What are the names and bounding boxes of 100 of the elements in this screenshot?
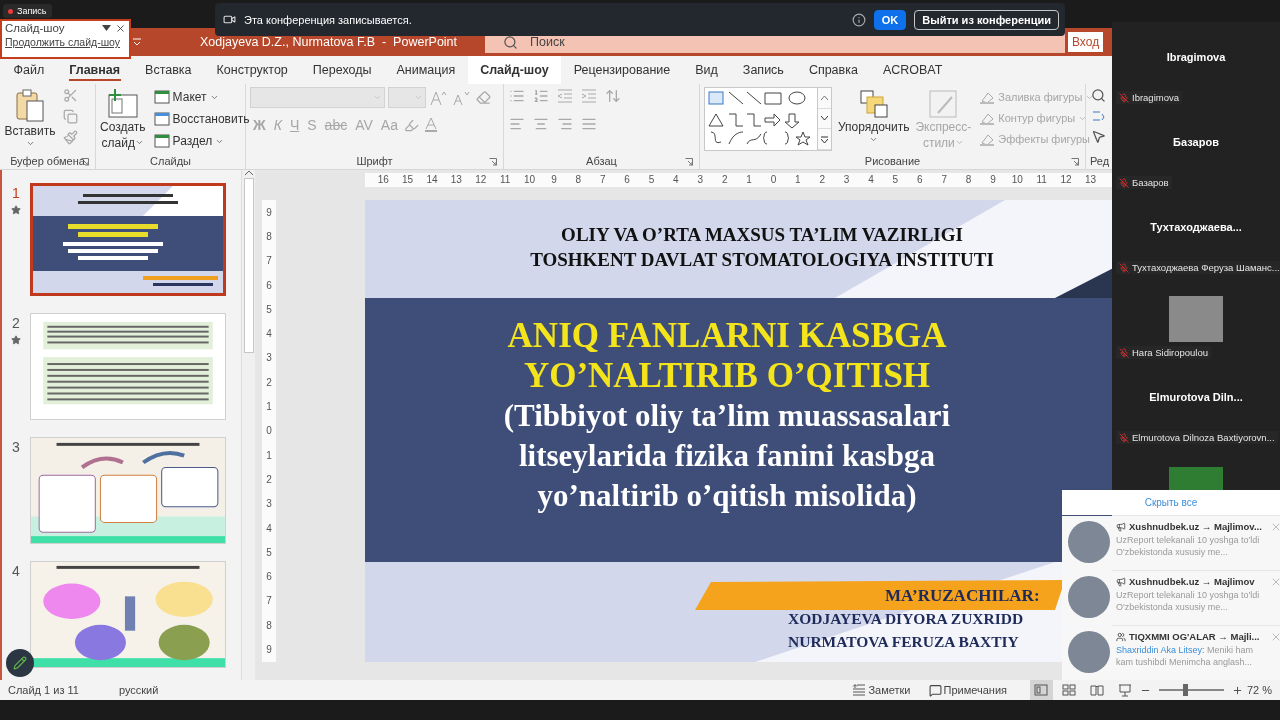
sign-in-button[interactable]: Вход <box>1068 32 1104 52</box>
slide-subtitle: yo’naltirib o’qitish misolida) <box>537 477 917 515</box>
view-icon <box>1034 684 1049 696</box>
gallery-down-button[interactable] <box>818 108 831 130</box>
search-icon[interactable] <box>1090 87 1108 104</box>
resume-slideshow-link[interactable]: Продолжить слайд-шоу <box>5 36 126 48</box>
select-icon[interactable] <box>1090 128 1108 145</box>
shapes-gallery[interactable] <box>704 87 832 151</box>
font-size-field[interactable] <box>388 87 426 108</box>
ruler-number: 13 <box>1083 173 1098 187</box>
banner-button[interactable]: Выйти из конференции <box>914 9 1059 30</box>
line-spacing-icon[interactable] <box>604 87 622 105</box>
view-button[interactable] <box>1029 680 1054 700</box>
ruler-number: 9 <box>265 643 273 657</box>
ruler-number: 9 <box>989 173 997 187</box>
notification-toast[interactable]: Xushnudbek.uz → Majlimov... UzReport telekanali 10 yoshga to'ldi O'zbekistonda xususiy me... <box>1062 516 1280 570</box>
ruler-number: 6 <box>265 570 273 585</box>
paste-button[interactable]: Вставить <box>4 87 56 150</box>
expand-icon <box>821 135 828 143</box>
ruler-number: 16 <box>376 173 390 187</box>
slide-thumbnail[interactable] <box>30 183 226 296</box>
zoom-slider-thumb[interactable] <box>1183 684 1189 696</box>
recording-dot-icon <box>8 8 13 14</box>
hide-all-button[interactable]: Скрыть все <box>1062 490 1280 515</box>
new-slide-button[interactable]: Создать слайд <box>100 87 146 153</box>
participant-label-text: Hara Sidiropoulou <box>1132 347 1209 358</box>
speaker-name: NURMATOVA FERUZA BAXTIY <box>788 632 1019 652</box>
notification-title: TIQXMMI OG'ALAR → Majli... <box>1129 631 1260 642</box>
participant-label-text: Ibragimova <box>1132 92 1179 103</box>
scrollbar-thumb[interactable] <box>243 178 254 353</box>
ruler-number: 10 <box>1010 173 1024 187</box>
ruler-number: 8 <box>265 229 273 244</box>
notification-toast[interactable]: Xushnudbek.uz → Majlimov UzReport telekanali 10 yoshga to'ldi O'zbekistonda xususiy me... <box>1062 571 1280 625</box>
slide-subtitle: (Tibbiyot oliy ta’lim muassasalari <box>503 397 951 435</box>
ruler-number: 4 <box>265 327 273 342</box>
shape-format-icon <box>979 111 996 125</box>
notification-title: Xushnudbek.uz → Majlimov <box>1129 576 1255 587</box>
info-icon[interactable] <box>851 12 866 27</box>
slide-title: YO’NALTIRIB O’QITISH <box>523 356 931 396</box>
dialog-launcher-icon[interactable] <box>489 158 497 166</box>
ruler-number: 9 <box>265 205 273 220</box>
ribbon-tab[interactable]: Переходы <box>300 56 384 84</box>
format-painter-icon[interactable] <box>62 129 79 146</box>
camera-icon <box>223 13 236 26</box>
ruler-number: 7 <box>265 594 273 609</box>
layout-icon <box>153 134 170 148</box>
arrange-button[interactable]: Упорядочить <box>838 87 910 146</box>
notes-button[interactable]: Заметки <box>848 680 915 700</box>
participant-name: Elmurotova Diln... <box>1148 389 1244 405</box>
participant-label-text: Тухтаходжаева Феруза Шаманс... <box>1132 262 1280 273</box>
ribbon-tab[interactable]: Рецензирование <box>561 56 683 84</box>
ribbon-tab[interactable]: Главная <box>56 56 133 84</box>
increase-indent-icon[interactable] <box>580 87 598 105</box>
comments-button[interactable]: Примечания <box>924 680 1011 700</box>
ribbon-tab[interactable]: Справка <box>796 56 871 84</box>
notification-toast[interactable]: TIQXMMI OG'ALAR → Majli... Shaxriddin Aka Litsey: Meniki ham kam tushibdi Menimcha anglash... <box>1062 626 1280 680</box>
ruler-number: 4 <box>265 521 273 536</box>
ribbon-tab[interactable]: Слайд-шоу <box>467 56 562 84</box>
ruler-number: 7 <box>265 254 273 269</box>
slide-command[interactable]: Макет <box>151 87 252 107</box>
ruler-number: 4 <box>867 173 875 187</box>
close-icon[interactable] <box>115 22 126 34</box>
cut-icon[interactable] <box>62 87 79 104</box>
ribbon-tab[interactable]: Конструктор <box>204 56 301 84</box>
quick-styles-icon <box>928 89 959 119</box>
ribbon-tab[interactable]: Вид <box>682 56 731 84</box>
photo-placeholder <box>1169 296 1223 342</box>
decrease-indent-icon[interactable] <box>556 87 574 105</box>
ribbon-tab[interactable]: ACROBAT <box>870 56 955 84</box>
dropdown-icon[interactable] <box>102 25 111 31</box>
ruler-number: 9 <box>550 173 558 187</box>
shape-format-icon <box>979 90 996 104</box>
ruler-number: 1 <box>265 400 273 414</box>
ribbon-tab[interactable]: Файл <box>1 56 57 84</box>
projector-icon <box>1118 683 1133 697</box>
slide-counter: Слайд 1 из 11 <box>8 684 79 696</box>
ribbon-tab[interactable]: Запись <box>730 56 797 84</box>
scrollbar[interactable] <box>241 170 255 680</box>
notification-text: Shaxriddin Aka Litsey: Meniki ham kam tushibdi Menimcha anglash... <box>1116 644 1255 668</box>
dialog-launcher-icon[interactable] <box>1071 158 1079 166</box>
banner-button[interactable]: OK <box>873 9 907 30</box>
slide-command[interactable]: Восстановить <box>151 109 252 129</box>
slide-command[interactable]: Раздел <box>151 131 252 151</box>
numbering-icon[interactable] <box>532 87 550 105</box>
copy-icon[interactable] <box>62 108 79 125</box>
customize-toolbar-icon[interactable] <box>132 37 142 47</box>
dialog-launcher-icon[interactable] <box>685 158 693 166</box>
ruler-number: 3 <box>265 497 273 512</box>
ribbon-group-label: Слайды <box>150 155 191 167</box>
gallery-more-button[interactable] <box>818 129 831 150</box>
ribbon-tab[interactable]: Вставка <box>132 56 205 84</box>
ruler-number: 6 <box>916 173 924 187</box>
ruler-number: 3 <box>265 351 273 366</box>
clear-formatting-icon[interactable] <box>475 89 492 106</box>
ruler-number: 5 <box>265 302 273 317</box>
ribbon-tab[interactable]: Анимация <box>383 56 468 84</box>
ruler-number: 8 <box>574 173 583 187</box>
caret-icon <box>869 135 879 144</box>
pencil-icon <box>13 656 27 670</box>
gallery-up-button[interactable] <box>818 88 831 109</box>
